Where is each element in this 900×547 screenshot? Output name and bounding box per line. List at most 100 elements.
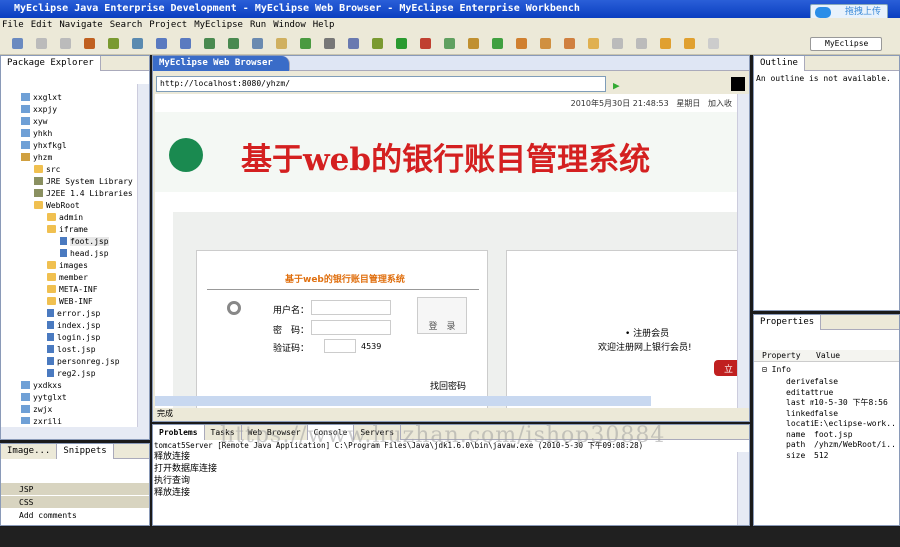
tab-properties[interactable]: Properties [754, 315, 822, 330]
forgot-password-link[interactable]: 找回密码 [430, 379, 466, 392]
tree-item[interactable]: index.jsp [47, 320, 100, 332]
tree-item[interactable]: WEB-INF [47, 296, 93, 308]
tree-item[interactable]: member [47, 272, 88, 284]
toolbar-button-icon[interactable] [660, 38, 671, 49]
tree-item[interactable]: head.jsp [60, 248, 109, 260]
toolbar-button-icon[interactable] [708, 38, 719, 49]
console-scrollbar[interactable] [737, 452, 749, 525]
username-input[interactable] [311, 300, 391, 315]
tree-item[interactable]: iframe [47, 224, 88, 236]
perspective-button[interactable]: MyEclipse ... [810, 37, 882, 60]
tree-item[interactable]: xxglxt [21, 92, 62, 104]
toolbar-button-icon[interactable] [348, 38, 359, 49]
tab-outline[interactable]: Outline [754, 56, 805, 71]
tree-item[interactable]: images [47, 260, 88, 272]
toolbar-button-icon[interactable] [228, 38, 239, 49]
toolbar-button-icon[interactable] [300, 38, 311, 49]
toolbar-button-icon[interactable] [636, 38, 647, 49]
tree-item[interactable]: login.jsp [47, 332, 100, 344]
menu-navigate[interactable]: Navigate [59, 20, 102, 30]
toolbar-button-icon[interactable] [156, 38, 167, 49]
toolbar-button-icon[interactable] [444, 38, 455, 49]
toolbar-button-icon[interactable] [60, 38, 71, 49]
register-button[interactable]: 立 [714, 360, 738, 376]
toolbar-button-icon[interactable] [276, 38, 287, 49]
tree-item[interactable]: yytglxt [21, 392, 67, 404]
toolbar-button-icon[interactable] [516, 38, 527, 49]
menu-myeclipse[interactable]: MyEclipse [194, 20, 243, 30]
tab-problems[interactable]: Problems [153, 425, 205, 440]
toolbar-button-icon[interactable] [396, 38, 407, 49]
toolbar-button-icon[interactable] [204, 38, 215, 49]
toolbar-button-icon[interactable] [612, 38, 623, 49]
tree-item[interactable]: zxrili [21, 416, 62, 424]
menu-search[interactable]: Search [110, 20, 143, 30]
tree-item[interactable]: J2EE 1.4 Libraries [34, 188, 133, 200]
toolbar-button-icon[interactable] [468, 38, 479, 49]
url-input[interactable]: http://localhost:8080/yhzm/ [156, 76, 606, 92]
toolbar-button-icon[interactable] [420, 38, 431, 49]
tree-item[interactable]: yhzm [21, 152, 52, 164]
tree-item[interactable]: yhxfkgl [21, 140, 67, 152]
tree-item[interactable]: personreg.jsp [47, 356, 120, 368]
tab-web-browser[interactable]: MyEclipse Web Browser [153, 56, 290, 71]
property-row[interactable]: linkedfalse [754, 409, 894, 419]
toolbar-button-icon[interactable] [132, 38, 143, 49]
toolbar-button-icon[interactable] [180, 38, 191, 49]
toolbar-button-icon[interactable] [492, 38, 503, 49]
tree-item[interactable]: lost.jsp [47, 344, 96, 356]
tree-item[interactable]: reg2.jsp [47, 368, 96, 380]
property-row[interactable]: last m10-5-30 下午8:56 [754, 398, 894, 408]
toolbar-button-icon[interactable] [12, 38, 23, 49]
captcha-input[interactable] [324, 339, 356, 353]
toolbar-button-icon[interactable] [84, 38, 95, 49]
tab-image[interactable]: Image... [1, 444, 58, 459]
toolbar-button-icon[interactable] [540, 38, 551, 49]
tree-item[interactable]: yhkh [21, 128, 52, 140]
go-icon[interactable]: ▶ [613, 79, 620, 92]
page-horizontal-scrollbar[interactable] [155, 396, 651, 406]
menu-edit[interactable]: Edit [31, 20, 53, 30]
tree-item[interactable]: error.jsp [47, 308, 100, 320]
property-row[interactable]: name foot.jsp [754, 430, 894, 440]
toolbar-button-icon[interactable] [564, 38, 575, 49]
login-button[interactable]: 登 录 [417, 297, 467, 334]
toolbar-button-icon[interactable] [684, 38, 695, 49]
tree-vertical-scrollbar[interactable] [137, 84, 149, 428]
toolbar-button-icon[interactable] [36, 38, 47, 49]
tree-item[interactable]: xxpjy [21, 104, 57, 116]
menu-project[interactable]: Project [149, 20, 187, 30]
property-row[interactable]: derivefalse [754, 377, 894, 387]
tree-item[interactable]: admin [47, 212, 83, 224]
toolbar-button-icon[interactable] [108, 38, 119, 49]
menu-window[interactable]: Window [273, 20, 306, 30]
toolbar-button-icon[interactable] [588, 38, 599, 49]
tab-snippets[interactable]: Snippets [57, 444, 114, 459]
tree-item[interactable]: xyw [21, 116, 47, 128]
toolbar-button-icon[interactable] [324, 38, 335, 49]
page-vertical-scrollbar[interactable] [737, 94, 749, 408]
tree-item[interactable]: foot.jsp [60, 236, 109, 248]
stop-icon[interactable] [731, 77, 745, 91]
property-row[interactable]: size 512 [754, 451, 894, 461]
tree-item[interactable]: src [34, 164, 60, 176]
tree-item[interactable]: yxdkxs [21, 380, 62, 392]
snippet-add-comments[interactable]: Add comments [1, 509, 149, 522]
register-title[interactable]: • 注册会员 [625, 326, 669, 339]
add-favorite-link[interactable]: 加入收 [708, 99, 732, 108]
property-row[interactable]: path/yhzm/WebRoot/i... [754, 440, 894, 450]
tab-package-explorer[interactable]: Package Explorer [1, 56, 101, 71]
property-row[interactable]: locatiE:\eclipse-work... [754, 419, 894, 429]
tree-item[interactable]: zwjx [21, 404, 52, 416]
tree-item[interactable]: META-INF [47, 284, 98, 296]
property-row[interactable]: editattrue [754, 388, 894, 398]
snippet-jsp[interactable]: JSP [1, 483, 149, 496]
toolbar-button-icon[interactable] [252, 38, 263, 49]
tree-horizontal-scrollbar[interactable] [1, 427, 149, 439]
snippet-css[interactable]: CSS [1, 496, 149, 509]
tree-item[interactable]: JRE System Library [W [34, 176, 137, 188]
toolbar-button-icon[interactable] [372, 38, 383, 49]
menu-help[interactable]: Help [313, 20, 335, 30]
info-group[interactable]: ⊟ Info [762, 365, 900, 375]
menu-run[interactable]: Run [250, 20, 266, 30]
